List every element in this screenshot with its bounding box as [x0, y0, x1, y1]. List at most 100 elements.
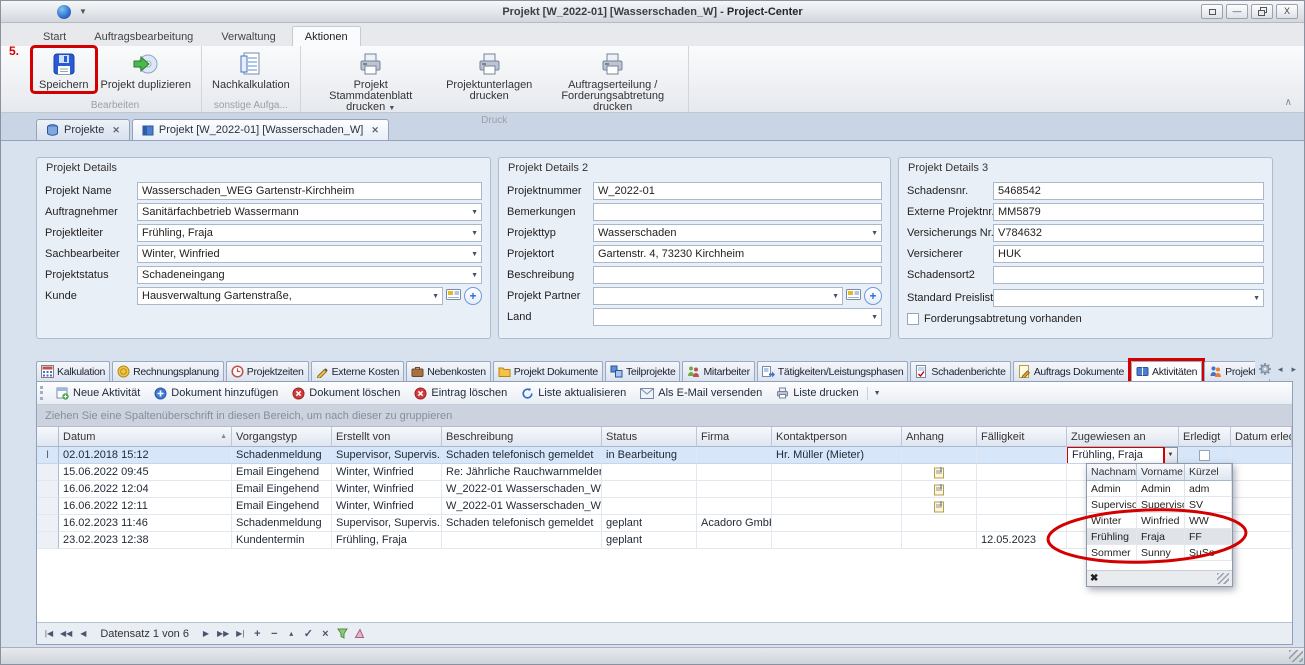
- zugewiesen-an-editor[interactable]: 4.Frühling, Fraja ▼: [1067, 447, 1178, 464]
- cell-vorgangstyp[interactable]: Email Eingehend: [232, 464, 332, 481]
- cell-datum[interactable]: 16.06.2022 12:11: [59, 498, 232, 515]
- cell-firma[interactable]: [697, 498, 772, 515]
- versicherungs-nr-field[interactable]: [993, 224, 1264, 242]
- add-partner-button[interactable]: +: [864, 287, 882, 305]
- nav-next-button[interactable]: ▶: [198, 626, 214, 642]
- cell-beschreibung[interactable]: Schaden telefonisch gemeldet: [442, 515, 602, 532]
- nav-last-button[interactable]: ▶|: [232, 626, 248, 642]
- cell-vorgangstyp[interactable]: Kundentermin: [232, 532, 332, 549]
- print-list-button[interactable]: Liste drucken: [770, 385, 864, 401]
- beschreibung-field[interactable]: [593, 266, 882, 284]
- cell-kontaktperson[interactable]: [772, 464, 902, 481]
- customize-icon[interactable]: [351, 626, 367, 642]
- standard-preisliste-combo[interactable]: ▼: [993, 289, 1264, 307]
- cell-beschreibung[interactable]: W_2022-01 Wasserschaden_WEG: [442, 481, 602, 498]
- cell-beschreibung[interactable]: W_2022-01 Wasserschaden_WEG: [442, 498, 602, 515]
- projektleiter-combo[interactable]: Frühling, Fraja▼: [137, 224, 482, 242]
- tab-projekt-dokumente[interactable]: Projekt Dokumente: [493, 361, 603, 381]
- column-header-firma[interactable]: Firma: [697, 427, 772, 447]
- nav-post-button[interactable]: ✓: [300, 626, 316, 642]
- nachkalkulation-button[interactable]: Nachkalkulation: [206, 48, 296, 91]
- cell-status[interactable]: geplant: [602, 515, 697, 532]
- resize-grip[interactable]: [1289, 650, 1303, 662]
- toolbar-grip[interactable]: [40, 386, 44, 400]
- column-header-datum-erledigt[interactable]: Datum erledigt: [1231, 427, 1292, 447]
- externe-projektnr-field[interactable]: [993, 203, 1264, 221]
- cell-status[interactable]: in Bearbeitung: [602, 447, 697, 464]
- projektnummer-field[interactable]: [593, 182, 882, 200]
- cell-anhang[interactable]: [902, 532, 977, 549]
- delete-entry-button[interactable]: Eintrag löschen: [408, 385, 513, 402]
- kunde-combo[interactable]: Hausverwaltung Gartenstraße,▼: [137, 287, 443, 305]
- cell-datum[interactable]: 16.06.2022 12:04: [59, 481, 232, 498]
- nav-cancel-button[interactable]: ×: [317, 626, 333, 642]
- nav-append-button[interactable]: +: [249, 626, 265, 642]
- cell-erstellt-von[interactable]: Frühling, Fraja: [332, 532, 442, 549]
- cell-anhang[interactable]: [902, 447, 977, 464]
- forderungsabtretung-checkbox[interactable]: [907, 313, 919, 325]
- cell-anhang[interactable]: [902, 481, 977, 498]
- nav-edit-button[interactable]: ▴: [283, 626, 299, 642]
- cell-firma[interactable]: [697, 447, 772, 464]
- cell-datum-erledigt[interactable]: [1231, 515, 1292, 532]
- cell-datum[interactable]: 16.02.2023 11:46: [59, 515, 232, 532]
- doc-tab-projekte[interactable]: Projekte ✕: [36, 119, 130, 140]
- column-header-erstellt-von[interactable]: Erstellt von: [332, 427, 442, 447]
- cell-erstellt-von[interactable]: Winter, Winfried: [332, 464, 442, 481]
- tab-kalkulation[interactable]: Kalkulation: [36, 361, 110, 381]
- cell-faelligkeit[interactable]: [977, 515, 1067, 532]
- nav-prev-button[interactable]: ◀: [75, 626, 91, 642]
- cell-beschreibung[interactable]: [442, 532, 602, 549]
- cell-kontaktperson[interactable]: [772, 498, 902, 515]
- erledigt-checkbox[interactable]: [1199, 450, 1210, 461]
- tab-schadenberichte[interactable]: Schadenberichte: [910, 361, 1010, 381]
- cell-faelligkeit[interactable]: 12.05.2023: [977, 532, 1067, 549]
- cell-datum-erledigt[interactable]: [1231, 481, 1292, 498]
- appearance-button[interactable]: [1201, 4, 1223, 19]
- column-header-status[interactable]: Status: [602, 427, 697, 447]
- projekt-partner-combo[interactable]: ▼: [593, 287, 843, 305]
- cell-status[interactable]: [602, 481, 697, 498]
- tab-aktivitaeten[interactable]: 2.Aktivitäten: [1131, 361, 1202, 381]
- cell-beschreibung[interactable]: Schaden telefonisch gemeldet: [442, 447, 602, 464]
- minimize-button[interactable]: —: [1226, 4, 1248, 19]
- cell-zugewiesen-an[interactable]: 4.Frühling, Fraja ▼: [1067, 447, 1179, 464]
- cell-erstellt-von[interactable]: Winter, Winfried: [332, 481, 442, 498]
- cell-datum[interactable]: 23.02.2023 12:38: [59, 532, 232, 549]
- projektstatus-combo[interactable]: Schadeneingang▼: [137, 266, 482, 284]
- tab-nebenkosten[interactable]: Nebenkosten: [406, 361, 491, 381]
- save-button[interactable]: 5. Speichern: [33, 48, 95, 91]
- auftragnehmer-combo[interactable]: Sanitärfachbetrieb Wassermann▼: [137, 203, 482, 221]
- popup-column-vorname[interactable]: Vorname: [1137, 464, 1185, 481]
- schadensort2-field[interactable]: [993, 266, 1264, 284]
- ribbon-tab-verwaltung[interactable]: Verwaltung: [209, 27, 287, 46]
- column-header-erledigt[interactable]: Erledigt: [1179, 427, 1231, 447]
- land-combo[interactable]: ▼: [593, 308, 882, 326]
- cell-datum[interactable]: 02.01.2018 15:12: [59, 447, 232, 464]
- send-email-button[interactable]: Als E-Mail versenden: [634, 385, 768, 401]
- cell-vorgangstyp[interactable]: Schadenmeldung: [232, 515, 332, 532]
- cell-datum-erledigt[interactable]: [1231, 464, 1292, 481]
- tab-scroll-right-icon[interactable]: ▸: [1288, 363, 1299, 376]
- refresh-list-button[interactable]: Liste aktualisieren: [515, 385, 632, 402]
- filter-icon[interactable]: [334, 626, 350, 642]
- versicherer-field[interactable]: [993, 245, 1264, 263]
- print-stammdatenblatt-button[interactable]: Projekt Stammdatenblatt drucken ▼: [305, 48, 437, 114]
- column-header-vorgangstyp[interactable]: Vorgangstyp: [232, 427, 332, 447]
- tab-auftrags-dokumente[interactable]: Auftrags Dokumente: [1013, 361, 1129, 381]
- cell-status[interactable]: [602, 498, 697, 515]
- cell-datum-erledigt[interactable]: [1231, 498, 1292, 515]
- popup-row-fruehling[interactable]: FrühlingFrajaFF: [1087, 529, 1232, 545]
- ribbon-collapse-icon[interactable]: ∧: [1285, 97, 1292, 108]
- tab-rechnungsplanung[interactable]: Rechnungsplanung: [112, 361, 224, 381]
- cell-status[interactable]: [602, 464, 697, 481]
- duplicate-project-button[interactable]: Projekt duplizieren: [95, 48, 198, 91]
- projekt-name-field[interactable]: [137, 182, 482, 200]
- quick-access-caret-icon[interactable]: ▼: [79, 7, 87, 16]
- cell-erstellt-von[interactable]: Winter, Winfried: [332, 498, 442, 515]
- popup-column-nachname[interactable]: Nachname: [1087, 464, 1137, 481]
- cell-erstellt-von[interactable]: Supervisor, Supervis...: [332, 447, 442, 464]
- restore-button[interactable]: [1251, 4, 1273, 19]
- column-header-zugewiesen-an[interactable]: Zugewiesen an: [1067, 427, 1179, 447]
- contact-card-icon[interactable]: [446, 288, 461, 304]
